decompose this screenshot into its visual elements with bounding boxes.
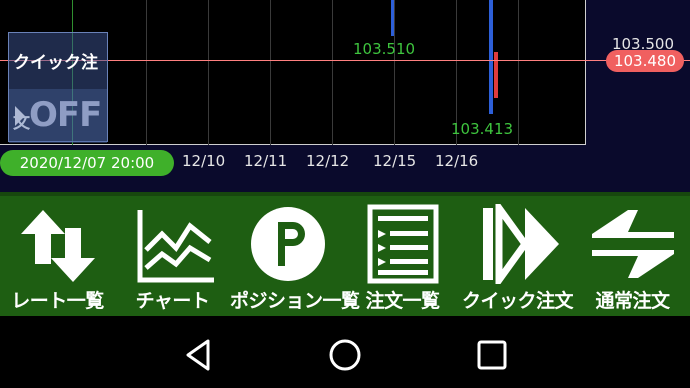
grid-line — [208, 0, 209, 145]
order-list-button[interactable]: 注文一覧 — [345, 196, 460, 316]
grid-line — [146, 0, 147, 145]
grid-line — [270, 0, 271, 145]
quick-order-label: クイック注文 — [461, 290, 574, 312]
candle — [494, 52, 498, 98]
exchange-arrows-icon — [591, 210, 674, 278]
date-tick: 12/16 — [435, 152, 479, 170]
current-date-badge: 2020/12/07 20:00 — [0, 150, 174, 176]
candle — [489, 0, 493, 114]
normal-order-button[interactable]: 通常注文 — [575, 196, 690, 316]
toggle-state: OFF — [29, 95, 102, 135]
bottom-toolbar: レート一覧 チャート ポジション一覧 注文一覧 クイック注文 通常注文 — [0, 192, 690, 316]
home-icon[interactable] — [327, 337, 363, 373]
order-list-icon — [367, 204, 438, 284]
grid-line — [518, 0, 519, 145]
position-list-button[interactable]: ポジション一覧 — [230, 196, 360, 316]
quick-order-label: クイック注文 — [9, 33, 107, 133]
grid-line — [394, 0, 395, 145]
chart-button[interactable]: チャート — [115, 196, 230, 316]
date-tick: 12/11 — [244, 152, 288, 170]
high-price-label: 103.510 — [353, 40, 416, 58]
toggle-arrow-icon — [15, 106, 25, 126]
quick-order-panel: クイック注文 OFF — [8, 32, 108, 143]
p-circle-icon — [250, 207, 325, 281]
candle — [391, 0, 394, 36]
back-icon[interactable] — [180, 337, 216, 373]
rate-list-label: レート一覧 — [11, 290, 104, 312]
normal-order-label: 通常注文 — [595, 290, 670, 312]
system-nav-bar — [0, 316, 690, 388]
chart-area[interactable]: 103.510 103.413 103.500 103.480 クイック注文 O… — [0, 0, 690, 192]
line-chart-icon — [137, 210, 214, 283]
quick-order-button[interactable]: クイック注文 — [460, 196, 575, 316]
order-list-label: 注文一覧 — [365, 290, 440, 312]
up-down-arrows-icon — [20, 210, 95, 282]
recents-icon[interactable] — [474, 337, 510, 373]
grid-line — [332, 0, 333, 145]
fast-forward-icon — [482, 204, 559, 284]
date-tick: 12/12 — [306, 152, 350, 170]
date-tick: 12/10 — [182, 152, 226, 170]
date-tick: 12/15 — [373, 152, 417, 170]
position-list-label: ポジション一覧 — [230, 290, 360, 312]
low-price-label: 103.413 — [451, 120, 514, 138]
quick-order-toggle[interactable]: OFF — [9, 89, 107, 143]
rate-list-button[interactable]: レート一覧 — [0, 196, 115, 316]
chart-label: チャート — [135, 290, 210, 312]
current-price-badge: 103.480 — [605, 50, 684, 72]
